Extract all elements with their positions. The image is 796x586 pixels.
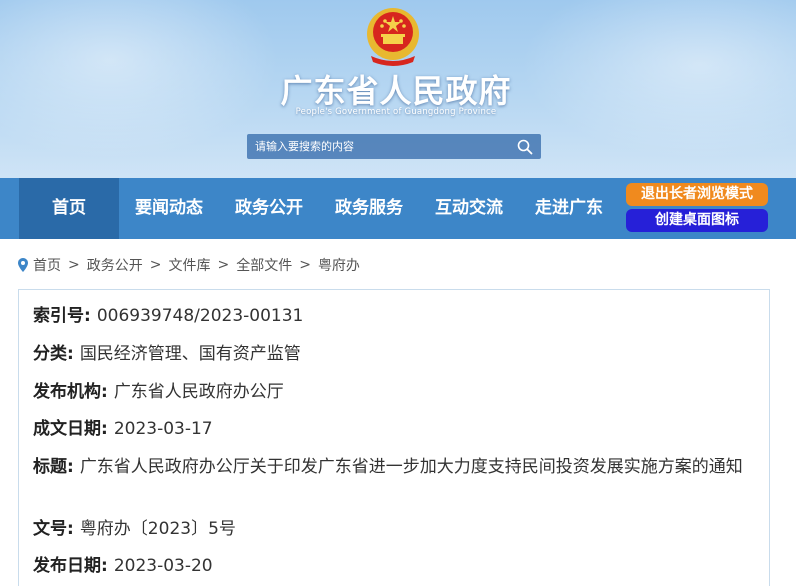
- banner-cloud: [520, 0, 796, 160]
- title-label: 标题:: [33, 457, 74, 477]
- nav-item-gov-affairs[interactable]: 政务公开: [219, 178, 319, 239]
- national-emblem-icon: [367, 8, 419, 66]
- nav-item-gov-services[interactable]: 政务服务: [319, 178, 419, 239]
- publisher-label: 发布机构:: [33, 382, 108, 402]
- category-label: 分类:: [33, 344, 74, 364]
- search-icon[interactable]: [517, 139, 533, 155]
- publish-date-value: 2023-03-20: [113, 556, 213, 576]
- breadcrumb-separator: >: [299, 257, 311, 273]
- nav-item-news[interactable]: 要闻动态: [119, 178, 219, 239]
- search-input[interactable]: [247, 134, 509, 159]
- publisher-row: 发布机构: 广东省人民政府办公厅: [33, 380, 284, 404]
- breadcrumb-separator: >: [68, 257, 80, 273]
- date-written-value: 2023-03-17: [113, 419, 213, 439]
- breadcrumb-yuefuban[interactable]: 粤府办: [318, 255, 360, 275]
- site-subtitle: People's Government of Guangdong Provinc…: [295, 107, 497, 117]
- header-banner: 广东省人民政府 People's Government of Guangdong…: [0, 0, 796, 178]
- doc-number-row: 文号: 粤府办〔2023〕5号: [33, 517, 236, 541]
- breadcrumb-home[interactable]: 首页: [33, 255, 61, 275]
- category-value: 国民经济管理、国有资产监管: [79, 344, 301, 364]
- location-pin-icon: [18, 258, 28, 272]
- title-value: 广东省人民政府办公厅关于印发广东省进一步加大力度支持民间投资发展实施方案的通知: [79, 457, 743, 477]
- doc-number-value: 粤府办〔2023〕5号: [79, 519, 236, 539]
- nav-item-home[interactable]: 首页: [19, 178, 119, 239]
- category-row: 分类: 国民经济管理、国有资产监管: [33, 342, 301, 366]
- document-info-panel: 索引号: 006939748/2023-00131 分类: 国民经济管理、国有资产监…: [18, 289, 770, 586]
- search-box: [247, 134, 541, 159]
- breadcrumb-separator: >: [217, 257, 230, 273]
- index-value: 006939748/2023-00131: [96, 306, 304, 326]
- breadcrumb-all-files[interactable]: 全部文件: [236, 255, 292, 275]
- nav-item-interaction[interactable]: 互动交流: [419, 178, 519, 239]
- breadcrumb-separator: >: [149, 257, 162, 273]
- date-written-label: 成文日期:: [33, 419, 108, 439]
- breadcrumb: 首页 > 政务公开 > 文件库 > 全部文件 > 粤府办: [18, 255, 360, 275]
- publish-date-row: 发布日期: 2023-03-20: [33, 554, 213, 578]
- breadcrumb-file-library[interactable]: 文件库: [168, 255, 210, 275]
- banner-cloud: [0, 0, 280, 160]
- index-label: 索引号:: [33, 306, 91, 326]
- publisher-value: 广东省人民政府办公厅: [113, 382, 284, 402]
- site-title: 广东省人民政府: [280, 72, 512, 110]
- publish-date-label: 发布日期:: [33, 556, 108, 576]
- breadcrumb-gov-affairs[interactable]: 政务公开: [87, 255, 143, 275]
- create-desktop-icon-button[interactable]: 创建桌面图标: [626, 209, 768, 232]
- nav-item-about-guangdong[interactable]: 走进广东: [519, 178, 619, 239]
- date-written-row: 成文日期: 2023-03-17: [33, 417, 213, 441]
- exit-elder-mode-button[interactable]: 退出长者浏览模式: [626, 183, 768, 206]
- index-row: 索引号: 006939748/2023-00131: [33, 304, 303, 328]
- doc-number-label: 文号:: [33, 519, 74, 539]
- title-row: 标题: 广东省人民政府办公厅关于印发广东省进一步加大力度支持民间投资发展实施方案的…: [33, 455, 753, 479]
